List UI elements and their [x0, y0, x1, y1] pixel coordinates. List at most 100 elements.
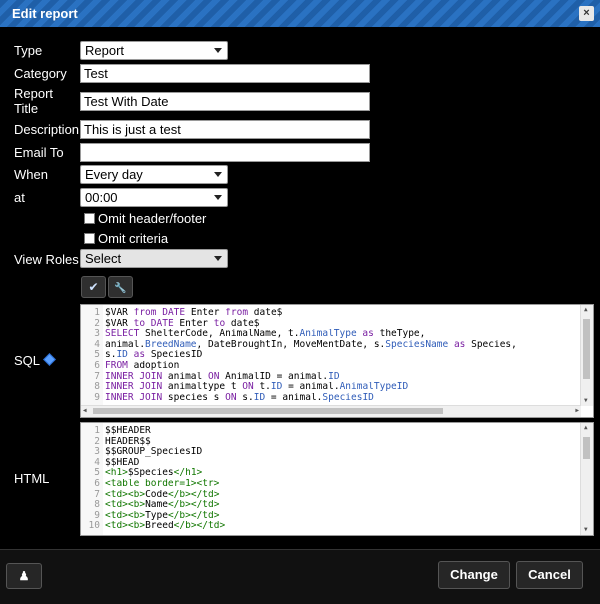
scroll-up-icon[interactable]: ▲	[584, 425, 588, 431]
sql-hscroll-thumb[interactable]	[93, 408, 443, 414]
chevron-down-icon	[214, 172, 222, 177]
email-to-input[interactable]	[80, 143, 370, 162]
line-number: 9	[94, 510, 100, 521]
dialog-title: Edit report	[12, 6, 78, 21]
omit-criteria-label: Omit criteria	[98, 231, 169, 246]
change-button[interactable]: Change	[438, 561, 510, 589]
omit-header-footer-label: Omit header/footer	[98, 211, 207, 226]
html-code-line: 2 HEADER$$	[83, 437, 579, 448]
line-number: 1	[94, 308, 100, 318]
line-number: 2	[94, 436, 100, 447]
line-number: 3	[94, 329, 100, 340]
description-label: Description	[14, 122, 80, 137]
line-number: 10	[88, 521, 100, 532]
line-number: 6	[94, 478, 100, 489]
sql-code-line: 6 FROM adoption	[83, 361, 579, 372]
sql-code-line: 2 $VAR to DATE Enter to date$	[83, 319, 579, 330]
line-number: 8	[94, 500, 100, 511]
report-title-label-1: Report	[14, 86, 54, 101]
html-code-line: 4 $$HEAD	[83, 458, 579, 469]
dialog-titlebar: Edit report ×	[0, 0, 600, 27]
scroll-down-icon[interactable]: ▼	[584, 527, 588, 533]
at-time-select[interactable]: 00:00	[80, 188, 228, 207]
email-to-label: Email To	[14, 145, 64, 160]
line-number: 2	[94, 318, 100, 329]
sql-vertical-scrollbar[interactable]: ▲ ▼	[580, 305, 593, 406]
scroll-up-icon[interactable]: ▲	[584, 307, 588, 313]
view-roles-select[interactable]: Select	[80, 249, 228, 268]
when-label: When	[14, 167, 48, 182]
tools-button[interactable]: 🔧	[108, 276, 133, 298]
report-title-input[interactable]: Test With Date	[80, 92, 370, 111]
html-editor[interactable]: 1 $$HEADER 2 HEADER$$ 3 $$GROUP_SpeciesID 4 $$H…	[80, 422, 594, 536]
sql-code-line: 7 INNER JOIN animal ON AnimalID = animal.…	[83, 372, 579, 383]
description-input[interactable]: This is just a test	[80, 120, 370, 139]
line-number: 7	[94, 371, 100, 382]
sql-horizontal-scrollbar[interactable]: ◀ ▶	[81, 405, 581, 417]
line-number: 8	[94, 382, 100, 393]
category-input[interactable]: Test	[80, 64, 370, 83]
close-icon[interactable]: ×	[579, 6, 594, 21]
line-number: 5	[94, 350, 100, 361]
line-number: 3	[94, 447, 100, 458]
sql-code-line: 5 s.ID as SpeciesID	[83, 350, 579, 361]
when-select-value: Every day	[85, 167, 143, 182]
line-number: 7	[94, 489, 100, 500]
html-code-line: 3 $$GROUP_SpeciesID	[83, 447, 579, 458]
chevron-down-icon	[214, 48, 222, 53]
html-code-line: 7 <td><b>Code</b></td>	[83, 490, 579, 501]
sql-code-line: 9 INNER JOIN species s ON s.ID = animal.S…	[83, 393, 579, 404]
line-number: 5	[94, 468, 100, 479]
chevron-down-icon	[214, 195, 222, 200]
scroll-down-icon[interactable]: ▼	[584, 398, 588, 404]
when-select[interactable]: Every day	[80, 165, 228, 184]
line-number: 1	[94, 426, 100, 436]
at-label: at	[14, 190, 25, 205]
omit-header-footer-checkbox[interactable]: Omit header/footer	[84, 211, 206, 226]
check-icon: ✔	[88, 280, 99, 294]
html-code-line: 6 <table border=1><tr>	[83, 479, 579, 490]
line-number: 6	[94, 360, 100, 371]
html-code-line: 9 <td><b>Type</b></td>	[83, 511, 579, 522]
users-button[interactable]: ♟	[6, 563, 42, 589]
html-label: HTML	[14, 471, 50, 486]
sql-code-line: 4 animal.BreedName, DateBroughtIn, MoveMe…	[83, 340, 579, 351]
checkbox-box[interactable]	[84, 213, 95, 224]
sql-vscroll-thumb[interactable]	[583, 319, 590, 379]
line-number: 4	[94, 339, 100, 350]
type-select[interactable]: Report	[80, 41, 228, 60]
html-code-lines: 1 $$HEADER 2 HEADER$$ 3 $$GROUP_SpeciesID 4 $$H…	[83, 426, 579, 532]
dialog-footer: ♟ Change Cancel	[0, 549, 600, 604]
diamond-icon[interactable]	[43, 353, 56, 366]
view-roles-label: View Roles	[14, 252, 79, 267]
scroll-right-icon[interactable]: ▶	[575, 408, 579, 414]
html-code-line: 8 <td><b>Name</b></td>	[83, 500, 579, 511]
scroll-left-icon[interactable]: ◀	[83, 408, 87, 414]
html-vscroll-thumb[interactable]	[583, 437, 590, 459]
sql-code-line: 3 SELECT ShelterCode, AnimalName, t.Anima…	[83, 329, 579, 340]
wrench-icon: 🔧	[114, 283, 127, 294]
html-code-line: 5 <h1>$Species</h1>	[83, 468, 579, 479]
sql-label: SQL	[14, 353, 56, 368]
line-number: 9	[94, 392, 100, 403]
cancel-button[interactable]: Cancel	[516, 561, 583, 589]
type-select-value: Report	[85, 43, 125, 58]
sql-label-text: SQL	[14, 353, 41, 368]
omit-criteria-checkbox[interactable]: Omit criteria	[84, 231, 168, 246]
sql-code-line: 8 INNER JOIN animaltype t ON t.ID = anima…	[83, 382, 579, 393]
html-code-line: 1 $$HEADER	[83, 426, 579, 437]
type-label: Type	[14, 43, 43, 58]
line-number: 4	[94, 457, 100, 468]
at-time-value: 00:00	[85, 190, 118, 205]
users-icon: ♟	[18, 569, 30, 583]
html-vertical-scrollbar[interactable]: ▲ ▼	[580, 423, 593, 535]
checkbox-box[interactable]	[84, 233, 95, 244]
sql-code-line: 1 $VAR from DATE Enter from date$	[83, 308, 579, 319]
view-roles-value: Select	[85, 251, 122, 266]
sql-code-lines: 1 $VAR from DATE Enter from date$ 2 $VAR to…	[83, 308, 579, 403]
chevron-down-icon	[214, 256, 222, 261]
report-title-label-2: Title	[14, 101, 39, 116]
category-label: Category	[14, 66, 67, 81]
sql-editor[interactable]: 1 $VAR from DATE Enter from date$ 2 $VAR to…	[80, 304, 594, 418]
check-sql-button[interactable]: ✔	[81, 276, 106, 298]
